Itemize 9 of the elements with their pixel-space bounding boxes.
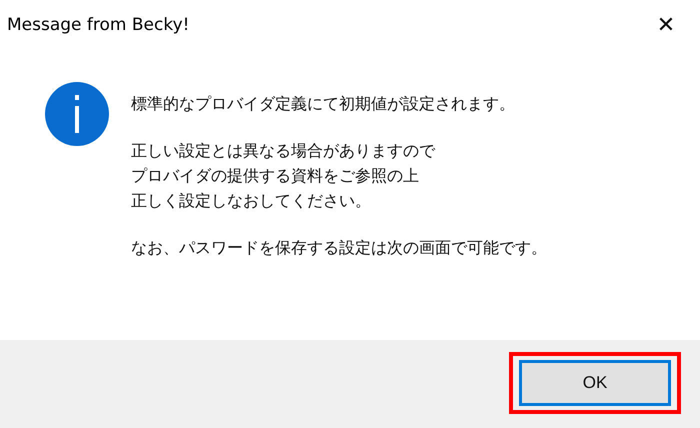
message-text: 正しい設定とは異なる場合がありますので	[131, 140, 436, 162]
window-title: Message from Becky!	[7, 15, 190, 35]
info-icon	[45, 82, 109, 146]
message-text: 正しく設定しなおしてください。	[131, 190, 372, 212]
close-button[interactable]: ✕	[644, 5, 688, 45]
message-text: なお、パスワードを保存する設定は次の画面で可能です。	[131, 237, 547, 259]
message-text: プロバイダの提供する資料をご参照の上	[131, 165, 420, 187]
message-text: 標準的なプロバイダ定義にて初期値が設定されます。	[131, 93, 516, 115]
ok-button[interactable]: OK	[519, 360, 671, 406]
